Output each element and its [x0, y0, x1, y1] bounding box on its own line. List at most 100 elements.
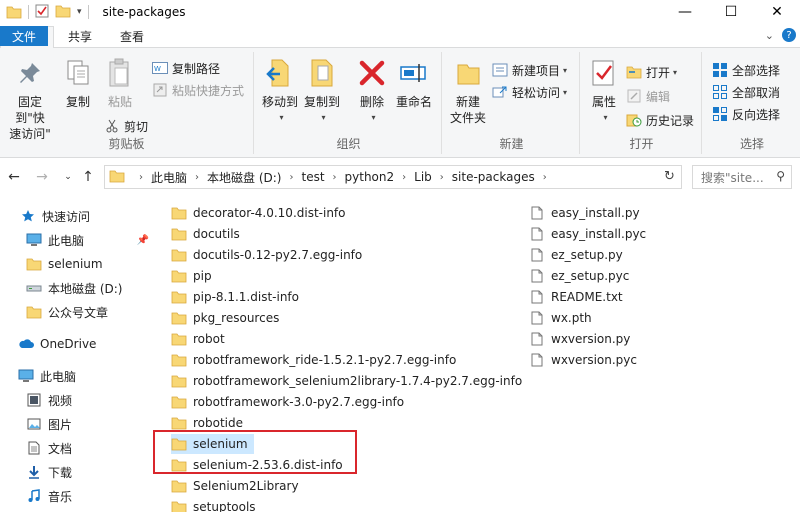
search-input[interactable]: 搜索"site... ⚲ [692, 165, 792, 189]
copy-to-button[interactable]: 复制到 ▾ [302, 58, 342, 126]
address-bar[interactable]: › 此电脑 › 本地磁盘 (D:) › test › python2 › Lib… [104, 165, 682, 189]
nav-item-label: 本地磁盘 (D:) [48, 281, 123, 296]
file-name: README.txt [551, 290, 623, 304]
nav-item-onedrive[interactable]: OneDrive [0, 333, 155, 355]
folder-item[interactable]: decorator-4.0.10.dist-info [171, 203, 346, 223]
back-arrow-icon[interactable]: ← [4, 167, 24, 187]
breadcrumb-chevron-icon[interactable]: › [434, 172, 450, 183]
new-item-button[interactable]: 新建项目 ▾ [492, 60, 567, 80]
folder-item[interactable]: pip [171, 266, 212, 286]
copy-button[interactable]: 复制 [60, 58, 96, 110]
folder-item[interactable]: selenium-2.53.6.dist-info [171, 455, 343, 475]
copy-to-icon [307, 58, 337, 88]
nav-item-this-pc-pinned[interactable]: 此电脑 📌 [0, 229, 155, 251]
folder-item[interactable]: pip-8.1.1.dist-info [171, 287, 299, 307]
delete-button[interactable]: 删除 ▾ [354, 58, 390, 126]
folder-item[interactable]: docutils [171, 224, 240, 244]
folder-item[interactable]: robotframework_selenium2library-1.7.4-py… [171, 371, 522, 391]
folder-item[interactable]: robot [171, 329, 225, 349]
tab-file[interactable]: 文件 [0, 26, 49, 46]
folder-name: pip [193, 269, 212, 283]
minimize-button[interactable]: — [662, 0, 708, 24]
file-item[interactable]: README.txt [529, 287, 623, 307]
nav-item-documents[interactable]: 文档 [0, 437, 155, 459]
file-icon [529, 248, 545, 262]
close-button[interactable]: ✕ [754, 0, 800, 24]
paste-shortcut-button[interactable]: 粘贴快捷方式 [152, 80, 244, 100]
file-item[interactable]: wxversion.pyc [529, 350, 637, 370]
folder-name: pip-8.1.1.dist-info [193, 290, 299, 304]
folder-item[interactable]: robotframework-3.0-py2.7.egg-info [171, 392, 404, 412]
breadcrumb-chevron-icon[interactable]: › [327, 172, 343, 183]
maximize-button[interactable]: ☐ [708, 0, 754, 24]
folder-name: robotframework_selenium2library-1.7.4-py… [193, 374, 523, 388]
select-all-button[interactable]: 全部选择 [712, 60, 780, 80]
folder-name: pkg_resources [193, 311, 280, 325]
nav-item-label: 此电脑 [48, 233, 85, 248]
edit-button[interactable]: 编辑 [626, 86, 670, 106]
folder-item[interactable]: setuptools [171, 497, 256, 512]
nav-item-this-pc[interactable]: 此电脑 [0, 365, 155, 387]
breadcrumb-chevron-icon[interactable]: › [537, 172, 553, 183]
file-item[interactable]: wx.pth [529, 308, 592, 328]
nav-item-quick-access[interactable]: 快速访问 [0, 205, 155, 227]
new-folder-icon[interactable] [55, 4, 71, 21]
nav-item-downloads[interactable]: 下载 [0, 461, 155, 483]
breadcrumb-chevron-icon[interactable]: › [396, 172, 412, 183]
properties-button[interactable]: 属性 ▾ [588, 58, 620, 126]
folder-item[interactable]: selenium [171, 434, 254, 454]
breadcrumb-this-pc[interactable]: 此电脑 [149, 169, 189, 186]
nav-item-selenium[interactable]: selenium [0, 253, 155, 275]
breadcrumb-chevron-icon[interactable]: › [189, 172, 205, 183]
breadcrumb-python2[interactable]: python2 [343, 170, 397, 184]
nav-item-pictures[interactable]: 图片 [0, 413, 155, 435]
breadcrumb-lib[interactable]: Lib [412, 170, 434, 184]
file-item[interactable]: wxversion.py [529, 329, 630, 349]
up-arrow-icon[interactable]: ↑ [78, 167, 98, 187]
chevron-down-icon[interactable]: ⌄ [765, 29, 774, 42]
recent-locations-chevron-icon[interactable]: ⌄ [58, 167, 78, 187]
breadcrumb-chevron-icon[interactable]: › [283, 172, 299, 183]
chevron-down-icon[interactable]: ▾ [77, 7, 82, 17]
folder-icon[interactable] [6, 5, 22, 19]
forward-arrow-icon[interactable]: → [32, 167, 52, 187]
pin-icon[interactable]: 📌 [137, 235, 149, 246]
select-none-button[interactable]: 全部取消 [712, 82, 780, 102]
help-icon[interactable]: ? [782, 28, 796, 42]
easy-access-button[interactable]: 轻松访问 ▾ [492, 82, 567, 102]
nav-item-wechat-articles[interactable]: 公众号文章 [0, 301, 155, 323]
rename-icon [399, 58, 429, 88]
cut-button[interactable]: 剪切 [104, 116, 148, 136]
file-item[interactable]: easy_install.pyc [529, 224, 646, 244]
invert-selection-button[interactable]: 反向选择 [712, 104, 780, 124]
breadcrumb-chevron-icon[interactable]: › [133, 172, 149, 183]
open-button[interactable]: 打开 ▾ [626, 62, 677, 82]
tab-view[interactable]: 查看 [106, 26, 158, 47]
folder-icon [171, 269, 187, 283]
copy-path-button[interactable]: W 复制路径 [152, 58, 220, 78]
new-folder-button[interactable]: 新建 文件夹 [446, 58, 490, 126]
move-to-button[interactable]: 移动到 ▾ [260, 58, 300, 126]
folder-item[interactable]: robotframework_ride-1.5.2.1-py2.7.egg-in… [171, 350, 456, 370]
folder-item[interactable]: robotide [171, 413, 243, 433]
nav-item-videos[interactable]: 视频 [0, 389, 155, 411]
properties-icon[interactable] [35, 4, 49, 21]
folder-item[interactable]: pkg_resources [171, 308, 279, 328]
breadcrumb-local-disk[interactable]: 本地磁盘 (D:) [205, 169, 283, 186]
file-item[interactable]: easy_install.py [529, 203, 640, 223]
folder-item[interactable]: docutils-0.12-py2.7.egg-info [171, 245, 362, 265]
tab-share[interactable]: 共享 [54, 26, 106, 47]
breadcrumb-site-packages[interactable]: site-packages [450, 170, 537, 184]
file-item[interactable]: ez_setup.pyc [529, 266, 629, 286]
nav-item-local-disk[interactable]: 本地磁盘 (D:) [0, 277, 155, 299]
paste-button[interactable]: 粘贴 [102, 58, 138, 110]
nav-item-music[interactable]: 音乐 [0, 485, 155, 507]
history-button[interactable]: 历史记录 [626, 110, 694, 130]
refresh-icon[interactable]: ↻ [664, 169, 675, 184]
breadcrumb-test[interactable]: test [299, 170, 326, 184]
rename-button[interactable]: 重命名 [392, 58, 436, 110]
pin-quick-access-button[interactable]: 固定到"快 速访问" [4, 58, 56, 142]
folder-item[interactable]: Selenium2Library [171, 476, 299, 496]
chevron-down-icon: ▾ [563, 65, 568, 75]
file-item[interactable]: ez_setup.py [529, 245, 623, 265]
